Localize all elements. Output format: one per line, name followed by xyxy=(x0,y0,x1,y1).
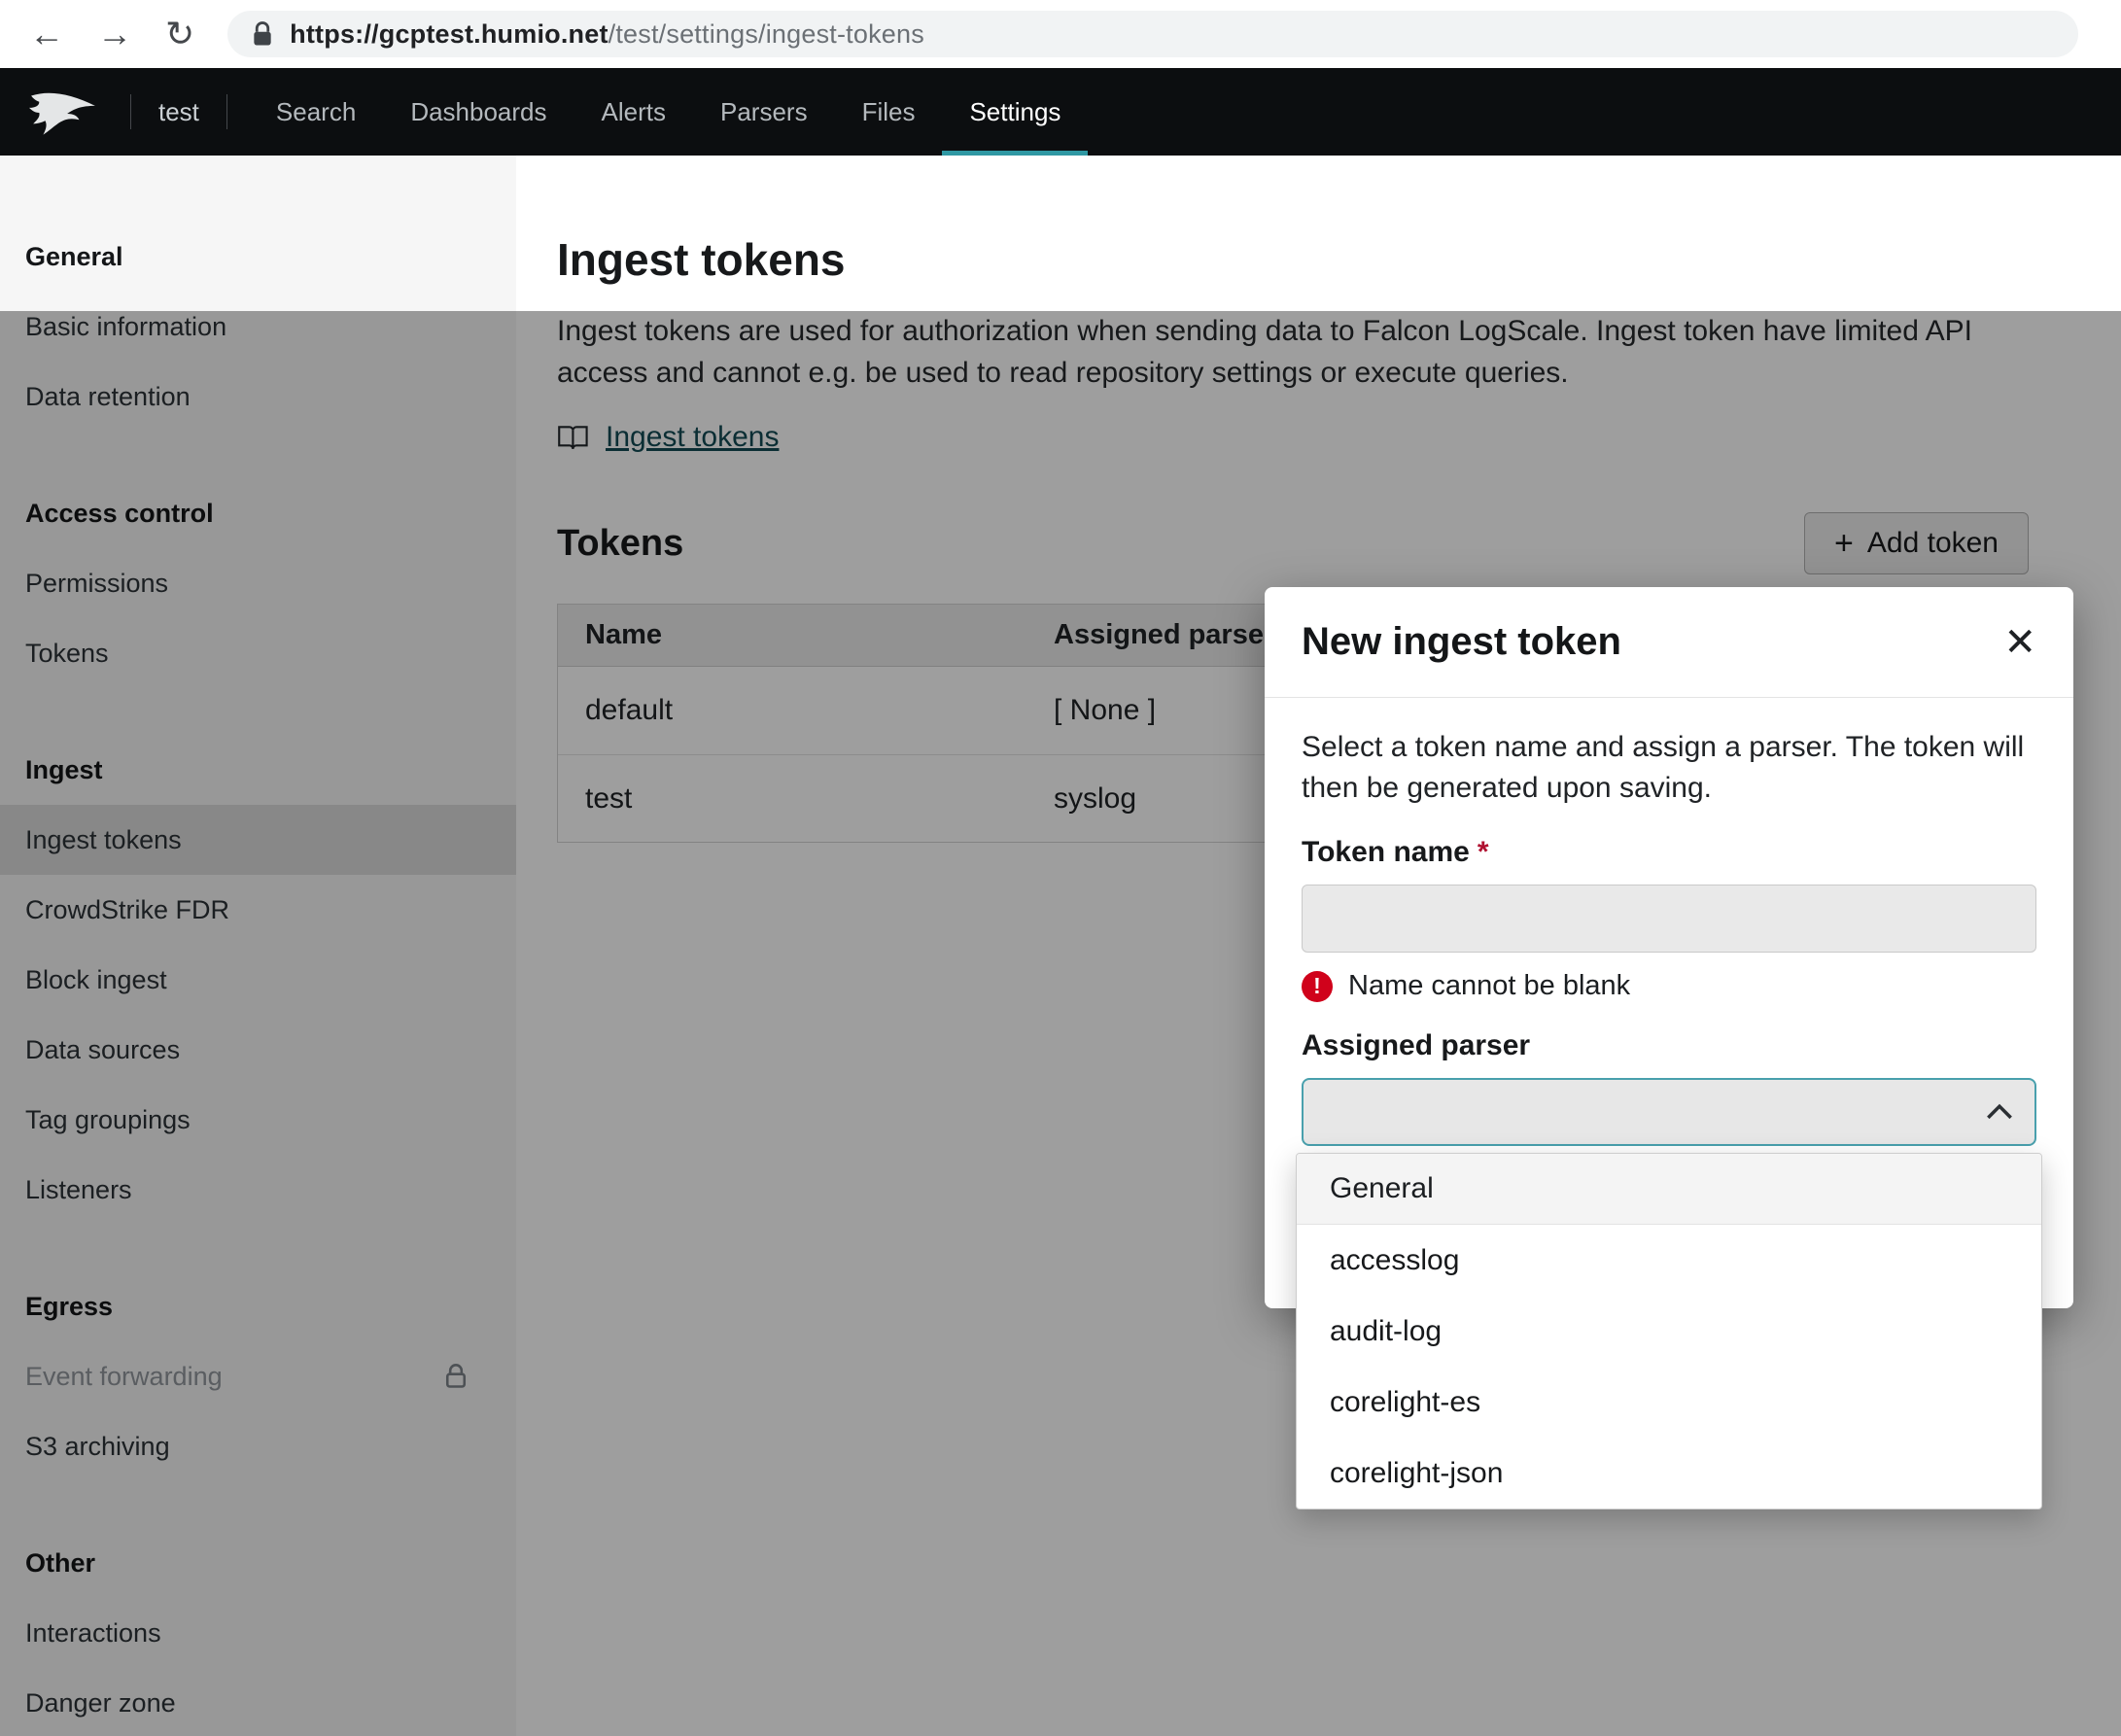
browser-chrome: ← → ↻ https://gcptest.humio.net/test/set… xyxy=(0,0,2121,68)
nav-dashboards[interactable]: Dashboards xyxy=(383,68,574,156)
nav-alerts[interactable]: Alerts xyxy=(574,68,693,156)
parser-dropdown: General accesslog audit-log corelight-es… xyxy=(1296,1153,2042,1510)
dropdown-option-corelight-es[interactable]: corelight-es xyxy=(1297,1367,2041,1438)
repository-name[interactable]: test xyxy=(153,97,205,127)
modal-body: Select a token name and assign a parser.… xyxy=(1265,698,2073,1146)
error-message: Name cannot be blank xyxy=(1348,970,1630,1002)
url-host: https://gcptest.humio.net xyxy=(290,19,608,49)
modal-header: New ingest token ✕ xyxy=(1265,587,2073,698)
modal-title: New ingest token xyxy=(1302,620,1621,664)
nav-settings[interactable]: Settings xyxy=(942,68,1088,156)
top-navigation: test Search Dashboards Alerts Parsers Fi… xyxy=(0,68,2121,156)
close-icon[interactable]: ✕ xyxy=(2003,623,2036,662)
assigned-parser-label: Assigned parser xyxy=(1302,1029,2036,1062)
dropdown-option-audit-log[interactable]: audit-log xyxy=(1297,1296,2041,1367)
lock-icon[interactable] xyxy=(251,19,274,49)
required-asterisk: * xyxy=(1478,836,1489,869)
url-bar[interactable]: https://gcptest.humio.net/test/settings/… xyxy=(227,11,2078,57)
sidebar-heading-general: General xyxy=(0,222,516,292)
url-text: https://gcptest.humio.net/test/settings/… xyxy=(290,19,924,50)
modal-description: Select a token name and assign a parser.… xyxy=(1302,727,2036,809)
dropdown-group-general: General xyxy=(1297,1154,2041,1225)
nav-divider xyxy=(226,94,227,129)
dropdown-option-corelight-json[interactable]: corelight-json xyxy=(1297,1438,2041,1509)
token-name-label-text: Token name xyxy=(1302,836,1470,869)
nav-divider xyxy=(130,94,131,129)
error-icon: ! xyxy=(1302,971,1333,1002)
url-path: /test/settings/ingest-tokens xyxy=(608,19,924,49)
token-name-label: Token name * xyxy=(1302,836,2036,869)
validation-error: ! Name cannot be blank xyxy=(1302,970,2036,1002)
nav-files[interactable]: Files xyxy=(835,68,943,156)
assigned-parser-select[interactable] xyxy=(1302,1078,2036,1146)
reload-icon[interactable]: ↻ xyxy=(165,17,194,52)
back-icon[interactable]: ← xyxy=(29,17,64,52)
nav-parsers[interactable]: Parsers xyxy=(693,68,835,156)
chevron-up-icon xyxy=(1986,1103,2013,1121)
token-name-input[interactable] xyxy=(1302,885,2036,953)
page-title: Ingest tokens xyxy=(557,233,2121,286)
crowdstrike-falcon-logo-icon[interactable] xyxy=(27,87,99,136)
forward-icon[interactable]: → xyxy=(97,17,132,52)
dropdown-option-accesslog[interactable]: accesslog xyxy=(1297,1225,2041,1296)
nav-search[interactable]: Search xyxy=(249,68,383,156)
assigned-parser-label-text: Assigned parser xyxy=(1302,1029,1530,1062)
